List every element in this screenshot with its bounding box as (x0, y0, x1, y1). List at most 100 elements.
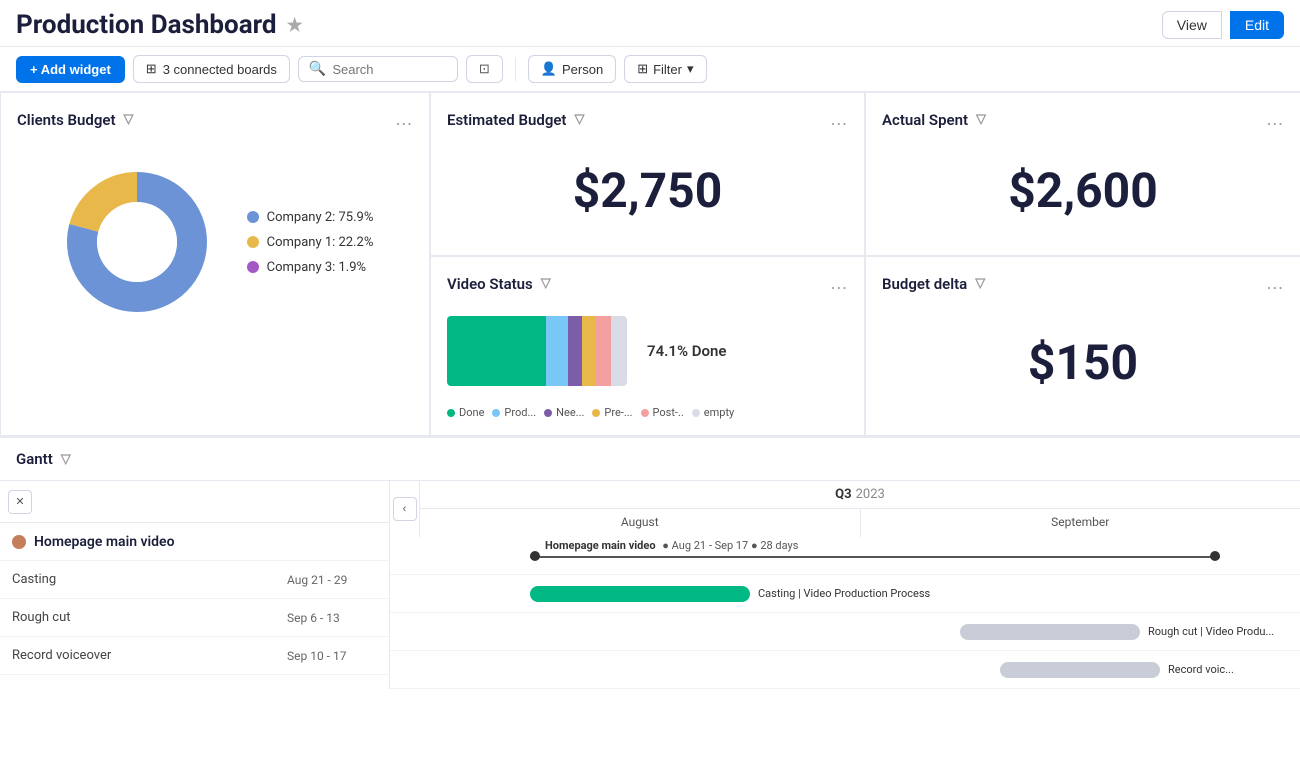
title-text: Production Dashboard (16, 10, 277, 40)
task-name-voiceover: Record voiceover (12, 648, 287, 663)
chevron-down-icon: ▾ (687, 61, 694, 77)
widget-title: Budget delta ▽ (882, 275, 985, 293)
bar-pre (582, 316, 596, 386)
gantt-group-timeline-label: Homepage main video ● Aug 21 - Sep 17 ● … (545, 539, 798, 552)
legend-item-pre: Pre-... (592, 406, 632, 419)
search-input[interactable] (332, 62, 432, 77)
widget-title: Clients Budget ▽ (17, 111, 134, 129)
gantt-filter-icon[interactable]: ▽ (61, 452, 71, 467)
gantt-timeline-top: ‹ Q3 2023 August September (390, 481, 1300, 537)
gantt-group-timeline-line (530, 556, 1220, 558)
gantt-task-row-roughcut: Rough cut Sep 6 - 13 (0, 599, 389, 637)
task-dates-voiceover: Sep 10 - 17 (287, 649, 377, 663)
widget-header: Actual Spent ▽ ... (882, 109, 1284, 130)
legend-label-company1: Company 1: 22.2% (267, 235, 374, 250)
legend-dot-pre (592, 409, 600, 417)
gantt-chart-group-row: Homepage main video ● Aug 21 - Sep 17 ● … (390, 537, 1300, 575)
bar-prod (546, 316, 568, 386)
task-dates-roughcut: Sep 6 - 13 (287, 611, 377, 625)
bar-need (568, 316, 582, 386)
budget-delta-title: Budget delta (882, 275, 967, 293)
filter-icon[interactable]: ▽ (124, 112, 134, 127)
widget-title: Estimated Budget ▽ (447, 111, 584, 129)
more-icon[interactable]: ... (831, 273, 848, 294)
estimated-budget-title: Estimated Budget (447, 111, 566, 129)
more-icon[interactable]: ... (1267, 109, 1284, 130)
search-icon: 🔍 (309, 61, 326, 77)
gantt-bar-roughcut (960, 624, 1140, 640)
legend-label-post: Post-.. (653, 406, 684, 419)
legend-label-pre: Pre-... (604, 406, 632, 419)
gantt-chart-voiceover-row: Record voic... (390, 651, 1300, 689)
gantt-label-roughcut: Rough cut | Video Produ... (1148, 625, 1274, 638)
search-box[interactable]: 🔍 (298, 56, 458, 82)
gantt-label-casting: Casting | Video Production Process (758, 587, 930, 600)
gantt-group-name: Homepage main video (34, 534, 175, 550)
toolbar: + Add widget ⊞ 3 connected boards 🔍 ⊡ 👤 … (0, 47, 1300, 92)
add-widget-button[interactable]: + Add widget (16, 56, 125, 83)
legend-item-prod: Prod... (492, 406, 536, 419)
bar-empty (611, 316, 627, 386)
filter-icon: ⊞ (637, 61, 648, 77)
filter-icon[interactable]: ▽ (574, 112, 584, 127)
person-button[interactable]: 👤 Person (528, 55, 616, 83)
widget-header: Budget delta ▽ ... (882, 273, 1284, 294)
save-icon-button[interactable]: ⊡ (466, 55, 503, 83)
legend-label-company3: Company 3: 1.9% (267, 260, 366, 275)
gantt-bar-voiceover (1000, 662, 1160, 678)
widget-title: Video Status ▽ (447, 275, 551, 293)
estimated-budget-value: $2,750 (447, 142, 848, 239)
actual-spent-widget: Actual Spent ▽ ... $2,600 (865, 92, 1300, 256)
filter-icon[interactable]: ▽ (975, 276, 985, 291)
filter-icon[interactable]: ▽ (976, 112, 986, 127)
task-dates-casting: Aug 21 - 29 (287, 573, 377, 587)
bar-done (447, 316, 546, 386)
legend-item-done: Done (447, 406, 484, 419)
task-name-roughcut: Rough cut (12, 610, 287, 625)
legend-dot-prod (492, 409, 500, 417)
legend-dot-empty (692, 409, 700, 417)
group-dot (12, 535, 26, 549)
dashboard-top: Clients Budget ▽ ... Co (0, 92, 1300, 437)
filter-button[interactable]: ⊞ Filter ▾ (624, 55, 706, 83)
connected-boards-button[interactable]: ⊞ 3 connected boards (133, 55, 290, 83)
more-icon[interactable]: ... (831, 109, 848, 130)
gantt-task-row-casting: Casting Aug 21 - 29 (0, 561, 389, 599)
more-icon[interactable]: ... (1267, 273, 1284, 294)
filter-icon[interactable]: ▽ (541, 276, 551, 291)
legend-dot-post (641, 409, 649, 417)
legend-dot-company2 (247, 211, 259, 223)
edit-button[interactable]: Edit (1230, 11, 1284, 39)
gantt-collapse-button[interactable]: ✕ (8, 490, 32, 514)
donut-legend: Company 2: 75.9% Company 1: 22.2% Compan… (247, 210, 374, 275)
gantt-controls: ✕ (0, 481, 389, 523)
star-icon[interactable]: ★ (287, 15, 303, 36)
legend-label-empty: empty (704, 406, 734, 419)
person-icon: 👤 (541, 61, 557, 77)
clients-budget-title: Clients Budget (17, 111, 116, 129)
gantt-start-dot (530, 551, 540, 561)
gantt-title-text: Gantt (16, 450, 53, 468)
gantt-bar-casting (530, 586, 750, 602)
video-status-title: Video Status (447, 275, 533, 293)
gantt-title: Gantt ▽ (16, 450, 71, 468)
header-actions: View Edit (1162, 11, 1284, 39)
gantt-nav-button[interactable]: ‹ (393, 497, 417, 521)
legend-dot-need (544, 409, 552, 417)
budget-delta-value: $150 (882, 306, 1284, 419)
widget-header: Video Status ▽ ... (447, 273, 848, 294)
estimated-budget-widget: Estimated Budget ▽ ... $2,750 (430, 92, 865, 256)
legend-item: Company 1: 22.2% (247, 235, 374, 250)
gantt-header: Gantt ▽ (0, 438, 1300, 481)
gantt-year-label: 2023 (856, 487, 885, 502)
view-button[interactable]: View (1162, 11, 1222, 39)
legend-label-prod: Prod... (504, 406, 536, 419)
more-icon[interactable]: ... (396, 109, 413, 130)
legend-item: Company 3: 1.9% (247, 260, 374, 275)
legend-item-need: Nee... (544, 406, 584, 419)
toolbar-separator (515, 57, 516, 81)
donut-section: Company 2: 75.9% Company 1: 22.2% Compan… (17, 142, 413, 342)
actual-spent-value: $2,600 (882, 142, 1284, 239)
legend-dot-done (447, 409, 455, 417)
gantt-months-row: August September (420, 509, 1300, 537)
